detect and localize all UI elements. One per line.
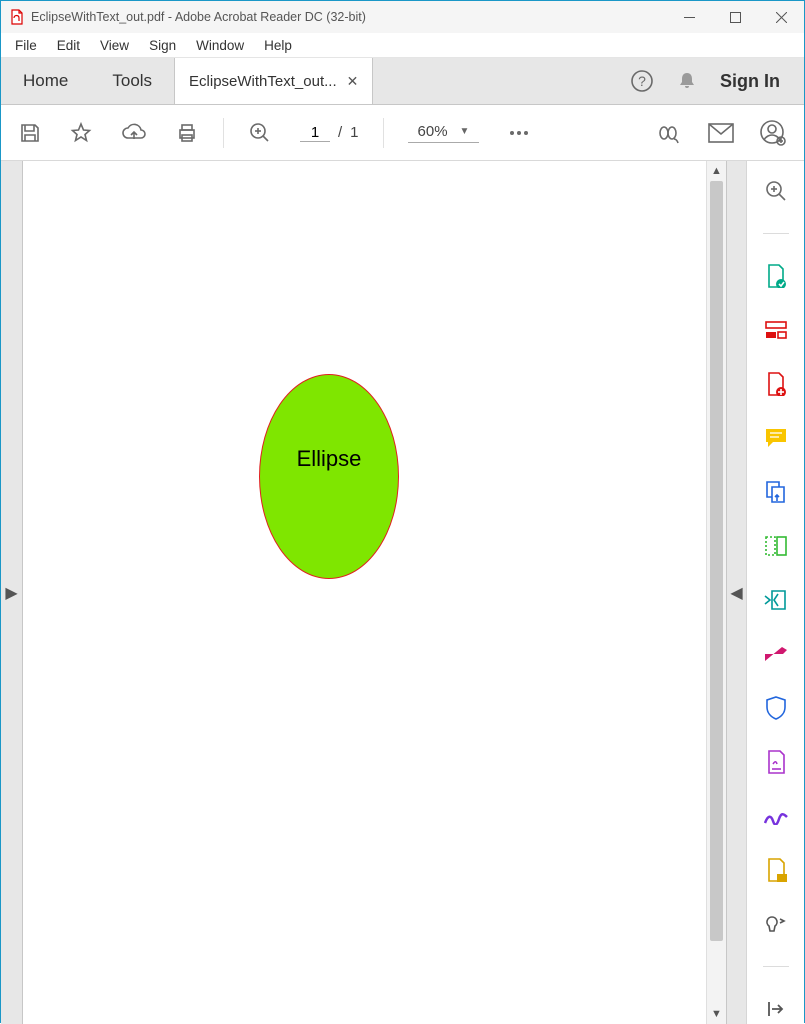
vertical-scrollbar[interactable]: ▲ ▼ [706,161,726,1024]
chevron-right-icon: ▶ [5,583,17,603]
redact-icon[interactable] [764,642,788,666]
collapse-sidebar-icon[interactable] [764,997,788,1021]
app-tab-bar: Home Tools EclipseWithText_out... ✕ ? Si… [1,58,804,105]
fill-sign-icon[interactable] [764,750,788,774]
cloud-upload-icon[interactable] [121,121,147,145]
sign-in-link[interactable]: Sign In [720,71,780,92]
app-icon [9,9,25,25]
sign-tool-icon[interactable] [764,804,788,828]
protect-icon[interactable] [764,696,788,720]
print-icon[interactable] [175,121,199,145]
menubar: File Edit View Sign Window Help [1,33,804,58]
page-separator: / [338,124,342,141]
menu-window[interactable]: Window [186,35,254,56]
bell-icon[interactable] [676,70,698,92]
export-pdf-icon[interactable] [764,264,788,288]
sidebar-divider [763,233,789,234]
menu-view[interactable]: View [90,35,139,56]
workspace: ▶ Ellipse ▲ ▼ ◀ [1,161,804,1024]
svg-text:?: ? [638,73,646,89]
comment-icon[interactable] [764,426,788,450]
tab-home[interactable]: Home [1,58,90,104]
menu-help[interactable]: Help [254,35,302,56]
toolbar-separator [223,118,224,148]
email-icon[interactable] [708,123,734,143]
sidebar-divider [763,966,789,967]
send-comment-icon[interactable] [764,858,788,882]
compress-pdf-icon[interactable] [764,588,788,612]
page-current-input[interactable] [300,124,330,142]
scroll-up-icon[interactable]: ▲ [707,161,726,181]
scroll-thumb[interactable] [710,181,723,941]
zoom-value: 60% [418,123,448,140]
more-tools-icon[interactable] [764,912,788,936]
document-page: Ellipse [23,161,706,1024]
left-panel-toggle[interactable]: ▶ [1,161,23,1024]
tab-document-label: EclipseWithText_out... [189,73,337,90]
scroll-down-icon[interactable]: ▼ [707,1004,726,1024]
create-pdf-icon[interactable] [764,372,788,396]
chevron-left-icon: ◀ [730,583,742,603]
chevron-down-icon: ▼ [460,126,470,137]
save-icon[interactable] [19,122,41,144]
help-icon[interactable]: ? [630,69,654,93]
close-tab-icon[interactable]: ✕ [347,73,359,90]
right-panel-toggle[interactable]: ◀ [726,161,746,1024]
menu-file[interactable]: File [5,35,47,56]
titlebar: EclipseWithText_out.pdf - Adobe Acrobat … [1,1,804,33]
document-area[interactable]: Ellipse [23,161,706,1024]
page-navigator: / 1 [300,124,359,142]
window-controls [666,1,804,33]
organize-pages-icon[interactable] [764,534,788,558]
close-button[interactable] [758,1,804,33]
search-tool-icon[interactable] [764,179,788,203]
account-icon[interactable] [760,120,786,146]
menu-edit[interactable]: Edit [47,35,90,56]
zoom-control: 60% ▼ [408,123,480,143]
page-total: 1 [350,124,358,141]
tab-document[interactable]: EclipseWithText_out... ✕ [174,58,373,104]
edit-pdf-icon[interactable] [764,318,788,342]
menu-sign[interactable]: Sign [139,35,186,56]
zoom-find-icon[interactable] [248,121,272,145]
tools-sidebar [746,161,804,1024]
toolbar-separator [383,118,384,148]
ellipse-shape: Ellipse [259,374,399,579]
zoom-select[interactable]: 60% ▼ [408,123,480,143]
toolbar: / 1 60% ▼ [1,105,804,161]
star-icon[interactable] [69,121,93,145]
maximize-button[interactable] [712,1,758,33]
minimize-button[interactable] [666,1,712,33]
window-title: EclipseWithText_out.pdf - Adobe Acrobat … [31,10,366,24]
combine-files-icon[interactable] [764,480,788,504]
ellipse-text: Ellipse [297,446,362,472]
share-link-icon[interactable] [656,122,682,144]
tab-tools[interactable]: Tools [90,58,174,104]
more-icon[interactable] [507,121,531,145]
